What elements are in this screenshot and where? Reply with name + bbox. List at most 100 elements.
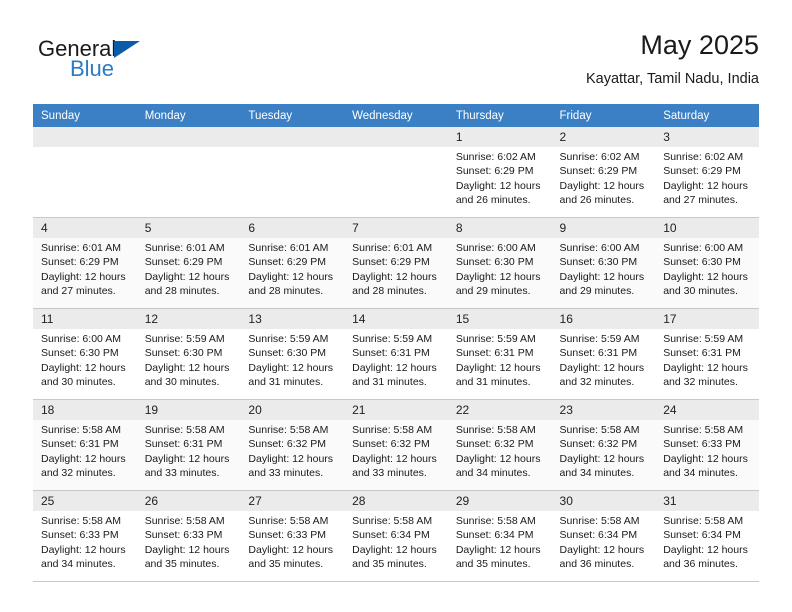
day-daylight1-text: Daylight: 12 hours: [455, 179, 541, 192]
day-sunrise-text: Sunrise: 6:00 AM: [663, 242, 744, 254]
day-sunrise-text: Sunrise: 5:58 AM: [248, 424, 329, 436]
day-sun-info: Sunrise: 5:58 AM Sunset: 6:32 PM Daylight:…: [448, 420, 552, 481]
day-sun-info: Sunrise: 6:00 AM Sunset: 6:30 PM Daylight:…: [448, 238, 552, 299]
day-sunset-text: Sunset: 6:29 PM: [248, 256, 327, 269]
calendar-day-cell[interactable]: 20 Sunrise: 5:58 AM Sunset: 6:32 PM Dayligh…: [240, 399, 345, 491]
calendar-day-cell[interactable]: 11 Sunrise: 6:00 AM Sunset: 6:30 PM Dayligh…: [33, 308, 137, 400]
weekday-header-tuesday: Tuesday: [240, 104, 345, 127]
calendar-day-cell[interactable]: 13 Sunrise: 5:59 AM Sunset: 6:30 PM Dayligh…: [240, 308, 345, 400]
day-number: 28: [344, 491, 448, 511]
day-sunset-text: Sunset: 6:33 PM: [41, 529, 119, 542]
day-number: 25: [33, 491, 137, 511]
day-sunset-text: Sunset: 6:30 PM: [455, 256, 534, 269]
calendar-day-cell[interactable]: 21 Sunrise: 5:58 AM Sunset: 6:32 PM Dayligh…: [344, 399, 448, 491]
day-daylight2-text: and 36 minutes.: [663, 558, 738, 571]
day-sun-info: Sunrise: 5:58 AM Sunset: 6:33 PM Daylight:…: [33, 511, 137, 572]
calendar-day-cell[interactable]: 14 Sunrise: 5:59 AM Sunset: 6:31 PM Dayligh…: [344, 308, 448, 400]
day-daylight1-text: Daylight: 12 hours: [663, 361, 748, 374]
calendar-day-cell[interactable]: 31 Sunrise: 5:58 AM Sunset: 6:34 PM Dayligh…: [655, 490, 759, 582]
calendar-day-cell[interactable]: 30 Sunrise: 5:58 AM Sunset: 6:34 PM Dayligh…: [551, 490, 656, 582]
day-number: 27: [240, 491, 345, 511]
calendar-day-cell[interactable]: 5 Sunrise: 6:01 AM Sunset: 6:29 PM Daylight…: [136, 217, 241, 309]
day-sun-info: Sunrise: 6:00 AM Sunset: 6:30 PM Daylight:…: [552, 238, 656, 299]
day-sunrise-text: Sunrise: 5:59 AM: [144, 333, 225, 345]
calendar-day-cell[interactable]: 8 Sunrise: 6:00 AM Sunset: 6:30 PM Daylight…: [447, 217, 552, 309]
calendar-day-cell-empty: [136, 127, 241, 218]
day-sun-info: Sunrise: 5:58 AM Sunset: 6:34 PM Daylight:…: [552, 511, 656, 572]
day-daylight1-text: Daylight: 12 hours: [663, 452, 748, 465]
day-sun-info: Sunrise: 5:59 AM Sunset: 6:31 PM Daylight:…: [552, 329, 656, 390]
day-number: 6: [240, 218, 345, 238]
day-daylight1-text: Daylight: 12 hours: [144, 361, 230, 374]
calendar-day-cell[interactable]: 29 Sunrise: 5:58 AM Sunset: 6:34 PM Dayligh…: [447, 490, 552, 582]
calendar-day-cell[interactable]: 23 Sunrise: 5:58 AM Sunset: 6:32 PM Dayligh…: [551, 399, 656, 491]
day-number: 11: [33, 309, 137, 329]
day-number: 23: [551, 400, 656, 420]
day-sunrise-text: Sunrise: 5:58 AM: [352, 424, 433, 436]
calendar-day-cell[interactable]: 1 Sunrise: 6:02 AM Sunset: 6:29 PM Daylight…: [447, 127, 552, 218]
day-daylight1-text: Daylight: 12 hours: [663, 179, 748, 192]
day-daylight1-text: Daylight: 12 hours: [559, 361, 645, 374]
calendar-day-cell[interactable]: 9 Sunrise: 6:00 AM Sunset: 6:30 PM Daylight…: [551, 217, 656, 309]
day-sun-info: Sunrise: 5:59 AM Sunset: 6:31 PM Daylight:…: [448, 329, 552, 390]
calendar-day-cell[interactable]: 2 Sunrise: 6:02 AM Sunset: 6:29 PM Daylight…: [551, 127, 656, 218]
day-sunset-text: Sunset: 6:34 PM: [455, 529, 534, 542]
calendar-day-cell[interactable]: 12 Sunrise: 5:59 AM Sunset: 6:30 PM Dayligh…: [136, 308, 241, 400]
page-title: May 2025: [640, 30, 759, 60]
day-number: [344, 127, 448, 147]
calendar-day-cell[interactable]: 18 Sunrise: 5:58 AM Sunset: 6:31 PM Dayligh…: [33, 399, 137, 491]
calendar-day-cell[interactable]: 15 Sunrise: 5:59 AM Sunset: 6:31 PM Dayligh…: [447, 308, 552, 400]
calendar-day-cell[interactable]: 24 Sunrise: 5:58 AM Sunset: 6:33 PM Dayligh…: [655, 399, 759, 491]
day-daylight2-text: and 35 minutes.: [144, 558, 220, 571]
day-sun-info: Sunrise: 6:01 AM Sunset: 6:29 PM Daylight:…: [344, 238, 448, 299]
day-sunrise-text: Sunrise: 6:02 AM: [455, 151, 536, 163]
day-number: 12: [136, 309, 241, 329]
day-sunset-text: Sunset: 6:31 PM: [455, 347, 534, 360]
calendar-day-cell[interactable]: 3 Sunrise: 6:02 AM Sunset: 6:29 PM Daylight…: [655, 127, 759, 218]
day-daylight1-text: Daylight: 12 hours: [144, 270, 230, 283]
calendar-day-cell[interactable]: 19 Sunrise: 5:58 AM Sunset: 6:31 PM Dayligh…: [136, 399, 241, 491]
calendar-day-cell[interactable]: 6 Sunrise: 6:01 AM Sunset: 6:29 PM Daylight…: [240, 217, 345, 309]
day-sunrise-text: Sunrise: 5:58 AM: [352, 515, 433, 527]
calendar-week-row: 4 Sunrise: 6:01 AM Sunset: 6:29 PM Daylight…: [33, 217, 759, 309]
calendar-day-cell[interactable]: 28 Sunrise: 5:58 AM Sunset: 6:34 PM Dayligh…: [344, 490, 448, 582]
day-daylight1-text: Daylight: 12 hours: [41, 543, 126, 556]
calendar-day-cell[interactable]: 4 Sunrise: 6:01 AM Sunset: 6:29 PM Daylight…: [33, 217, 137, 309]
day-daylight2-text: and 36 minutes.: [559, 558, 635, 571]
calendar-week-row: 25 Sunrise: 5:58 AM Sunset: 6:33 PM Dayligh…: [33, 490, 759, 582]
calendar-day-cell[interactable]: 7 Sunrise: 6:01 AM Sunset: 6:29 PM Daylight…: [344, 217, 448, 309]
day-sunset-text: Sunset: 6:31 PM: [352, 347, 430, 360]
calendar-day-cell[interactable]: 22 Sunrise: 5:58 AM Sunset: 6:32 PM Dayligh…: [447, 399, 552, 491]
day-number: 29: [447, 491, 552, 511]
day-daylight1-text: Daylight: 12 hours: [663, 270, 748, 283]
calendar-day-cell[interactable]: 26 Sunrise: 5:58 AM Sunset: 6:33 PM Dayligh…: [136, 490, 241, 582]
day-daylight1-text: Daylight: 12 hours: [663, 543, 748, 556]
calendar-grid: Sunday Monday Tuesday Wednesday Thursday…: [33, 104, 759, 582]
day-number: 4: [33, 218, 137, 238]
calendar-day-cell[interactable]: 27 Sunrise: 5:58 AM Sunset: 6:33 PM Dayligh…: [240, 490, 345, 582]
general-blue-logo[interactable]: General Blue: [38, 37, 218, 89]
day-sun-info: Sunrise: 5:58 AM Sunset: 6:34 PM Daylight:…: [655, 511, 759, 572]
day-sun-info: Sunrise: 5:59 AM Sunset: 6:31 PM Daylight:…: [655, 329, 759, 390]
day-sunset-text: Sunset: 6:31 PM: [663, 347, 741, 360]
day-daylight1-text: Daylight: 12 hours: [352, 270, 437, 283]
day-daylight1-text: Daylight: 12 hours: [144, 452, 230, 465]
day-number: 5: [136, 218, 241, 238]
day-number: 19: [136, 400, 241, 420]
day-daylight1-text: Daylight: 12 hours: [559, 543, 645, 556]
calendar-day-cell[interactable]: 10 Sunrise: 6:00 AM Sunset: 6:30 PM Dayligh…: [655, 217, 759, 309]
day-sunrise-text: Sunrise: 5:58 AM: [559, 424, 640, 436]
day-sun-info: Sunrise: 6:01 AM Sunset: 6:29 PM Daylight:…: [137, 238, 241, 299]
calendar-day-cell[interactable]: 16 Sunrise: 5:59 AM Sunset: 6:31 PM Dayligh…: [551, 308, 656, 400]
day-sun-info: Sunrise: 5:58 AM Sunset: 6:31 PM Daylight:…: [33, 420, 137, 481]
calendar-day-cell[interactable]: 25 Sunrise: 5:58 AM Sunset: 6:33 PM Dayligh…: [33, 490, 137, 582]
day-sunset-text: Sunset: 6:33 PM: [663, 438, 741, 451]
day-daylight2-text: and 30 minutes.: [41, 376, 116, 389]
day-sunrise-text: Sunrise: 6:01 AM: [144, 242, 225, 254]
day-daylight2-text: and 35 minutes.: [248, 558, 324, 571]
day-sunset-text: Sunset: 6:34 PM: [559, 529, 638, 542]
day-daylight1-text: Daylight: 12 hours: [559, 179, 645, 192]
day-sunrise-text: Sunrise: 5:58 AM: [41, 424, 121, 436]
calendar-day-cell[interactable]: 17 Sunrise: 5:59 AM Sunset: 6:31 PM Dayligh…: [655, 308, 759, 400]
day-sunrise-text: Sunrise: 6:02 AM: [663, 151, 744, 163]
